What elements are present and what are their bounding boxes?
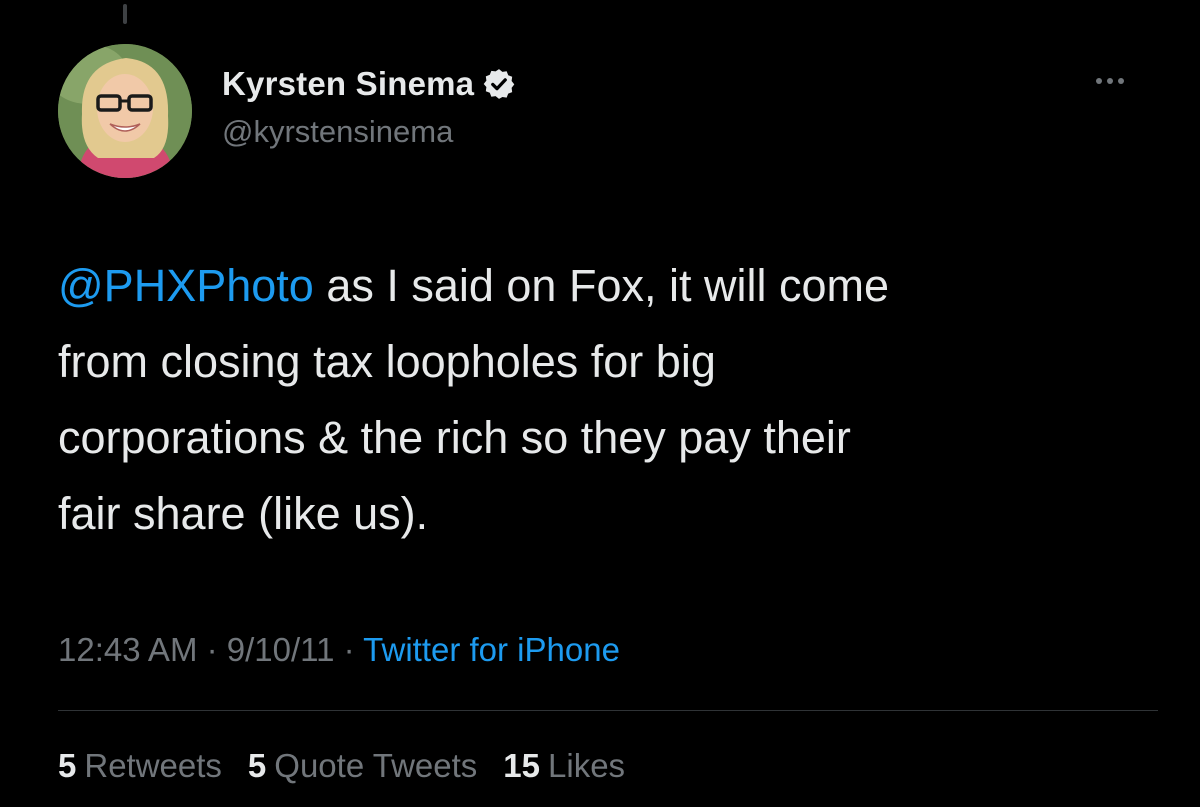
tweet-text-line: from closing tax loopholes for big bbox=[58, 336, 716, 387]
tweet-time[interactable]: 12:43 AM bbox=[58, 631, 197, 668]
divider bbox=[58, 710, 1158, 711]
author-name-row[interactable]: Kyrsten Sinema bbox=[222, 64, 516, 104]
tweet-metadata: 12:43 AM · 9/10/11 · Twitter for iPhone bbox=[58, 628, 620, 672]
mention-link[interactable]: @PHXPhoto bbox=[58, 260, 314, 311]
meta-separator: · bbox=[197, 631, 227, 668]
retweets-label: Retweets bbox=[84, 747, 222, 784]
tweet-text-line: as I said on Fox, it will come bbox=[313, 260, 890, 311]
quote-tweets-count: 5 bbox=[247, 747, 267, 784]
meta-separator: · bbox=[334, 631, 364, 668]
retweets-count: 5 bbox=[58, 747, 77, 784]
tweet-stats: 5 Retweets 5 Quote Tweets 15 Likes bbox=[58, 744, 625, 788]
tweet-date[interactable]: 9/10/11 bbox=[227, 631, 335, 668]
tweet-text: @PHXPhoto as I said on Fox, it will come… bbox=[58, 248, 1168, 552]
retweets-stat[interactable]: 5 Retweets bbox=[58, 744, 222, 788]
quote-tweets-label: Quote Tweets bbox=[274, 747, 478, 784]
likes-label: Likes bbox=[548, 747, 626, 784]
more-dot bbox=[1096, 78, 1102, 84]
more-dot bbox=[1107, 78, 1113, 84]
likes-stat[interactable]: 15 Likes bbox=[503, 744, 625, 788]
thread-connector-line bbox=[123, 4, 127, 24]
author-display-name[interactable]: Kyrsten Sinema bbox=[222, 64, 474, 104]
avatar[interactable] bbox=[58, 44, 192, 178]
quote-tweets-stat[interactable]: 5 Quote Tweets bbox=[248, 744, 477, 788]
verified-badge-icon bbox=[483, 69, 515, 99]
author-handle[interactable]: @kyrstensinema bbox=[222, 112, 453, 152]
likes-count: 15 bbox=[503, 747, 541, 784]
tweet-text-line: fair share (like us). bbox=[58, 488, 429, 539]
more-dot bbox=[1118, 78, 1124, 84]
tweet-source-link[interactable]: Twitter for iPhone bbox=[363, 631, 620, 668]
tweet-text-line: corporations & the rich so they pay thei… bbox=[58, 412, 851, 463]
avatar-photo bbox=[58, 44, 192, 178]
more-options-icon[interactable] bbox=[1096, 78, 1124, 84]
